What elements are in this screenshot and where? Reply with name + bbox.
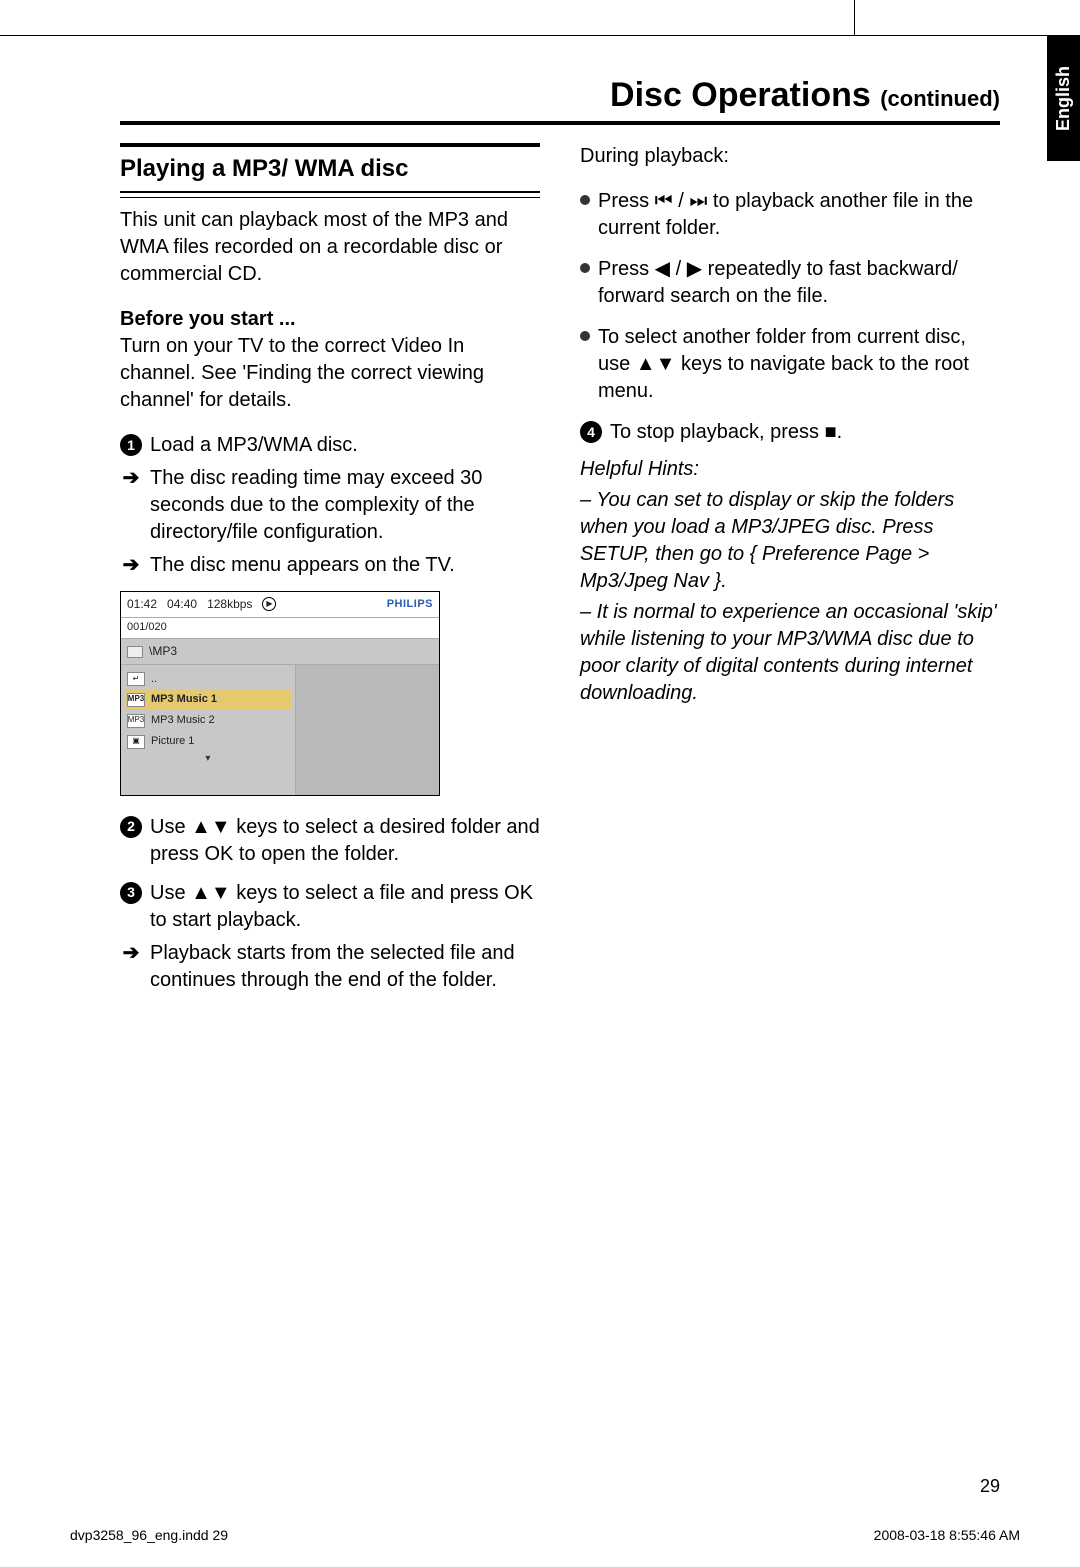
step-1: 1 Load a MP3/WMA disc. xyxy=(120,432,540,459)
intro-paragraph: This unit can playback most of the MP3 a… xyxy=(120,207,540,288)
arrow-icon: ➔ xyxy=(120,465,142,546)
folder-icon xyxy=(127,646,143,658)
tv-preview-pane xyxy=(296,665,439,795)
picture-file-icon: ▣ xyxy=(127,735,145,749)
hint-2: – It is normal to experience an occasion… xyxy=(580,599,1000,707)
step-1a-text: The disc reading time may exceed 30 seco… xyxy=(150,465,540,546)
step-number-icon: 2 xyxy=(120,816,142,838)
philips-logo: PHILIPS xyxy=(387,597,433,612)
during-playback-label: During playback: xyxy=(580,143,1000,170)
step-3a-text: Playback starts from the selected file a… xyxy=(150,940,540,994)
list-item: MP3 MP3 Music 1 xyxy=(125,689,291,710)
footer-right: 2008-03-18 8:55:46 AM xyxy=(874,1527,1020,1543)
title-continued: (continued) xyxy=(880,86,1000,111)
step-1-text: Load a MP3/WMA disc. xyxy=(150,432,540,459)
helpful-hints: Helpful Hints: – You can set to display … xyxy=(580,456,1000,707)
hint-1: – You can set to display or skip the fol… xyxy=(580,487,1000,595)
list-item: ↵ .. xyxy=(125,669,291,690)
bullet-icon xyxy=(580,331,590,341)
list-item: MP3 MP3 Music 2 xyxy=(125,710,291,731)
arrow-icon: ➔ xyxy=(120,552,142,579)
title-main: Disc Operations xyxy=(610,76,871,114)
tv-time-elapsed: 01:42 xyxy=(127,596,157,612)
step-1-sub-b: ➔ The disc menu appears on the TV. xyxy=(120,552,540,579)
section-heading: Playing a MP3/ WMA disc xyxy=(120,143,540,193)
bullet-text: Press ◀ / ▶ repeatedly to fast backward/… xyxy=(598,256,1000,310)
tv-path-text: \MP3 xyxy=(149,643,177,659)
mp3-file-icon: MP3 xyxy=(127,714,145,728)
page-number: 29 xyxy=(980,1476,1000,1497)
bullet-text: To select another folder from current di… xyxy=(598,324,1000,405)
print-footer: dvp3258_96_eng.indd 29 2008-03-18 8:55:4… xyxy=(70,1527,1020,1543)
tv-bitrate: 128kbps xyxy=(207,596,252,612)
step-number-icon: 1 xyxy=(120,434,142,456)
tv-counter: 001/020 xyxy=(121,618,439,640)
left-column: Playing a MP3/ WMA disc This unit can pl… xyxy=(120,143,540,1000)
right-column: During playback: Press ⏮ / ⏭ to playback… xyxy=(580,143,1000,1000)
step-3: 3 Use ▲▼ keys to select a file and press… xyxy=(120,880,540,934)
up-icon: ↵ xyxy=(127,672,145,686)
bullet-icon xyxy=(580,263,590,273)
page-content: Disc Operations (continued) Playing a MP… xyxy=(0,36,1080,1567)
hints-label: Helpful Hints: xyxy=(580,456,1000,483)
page-title: Disc Operations (continued) xyxy=(120,76,1000,125)
item-label: .. xyxy=(151,672,157,687)
before-label: Before you start ... xyxy=(120,308,296,330)
arrow-icon: ➔ xyxy=(120,940,142,994)
footer-left: dvp3258_96_eng.indd 29 xyxy=(70,1527,228,1543)
step-number-icon: 4 xyxy=(580,421,602,443)
tv-time-total: 04:40 xyxy=(167,596,197,612)
step-3-text: Use ▲▼ keys to select a file and press O… xyxy=(150,880,540,934)
before-text: Turn on your TV to the correct Video In … xyxy=(120,335,484,411)
bullet-icon xyxy=(580,195,590,205)
item-label: MP3 Music 2 xyxy=(151,713,215,728)
step-4: 4 To stop playback, press ■. xyxy=(580,419,1000,446)
step-3-sub-a: ➔ Playback starts from the selected file… xyxy=(120,940,540,994)
step-2: 2 Use ▲▼ keys to select a desired folder… xyxy=(120,814,540,868)
step-1b-text: The disc menu appears on the TV. xyxy=(150,552,455,579)
bullet-item: Press ⏮ / ⏭ to playback another file in … xyxy=(580,188,1000,242)
crop-marks xyxy=(0,0,1080,36)
step-4-text: To stop playback, press ■. xyxy=(610,419,1000,446)
item-label: MP3 Music 1 xyxy=(151,692,217,707)
list-item: ▣ Picture 1 xyxy=(125,731,291,752)
mp3-file-icon: MP3 xyxy=(127,693,145,707)
bullet-item: To select another folder from current di… xyxy=(580,324,1000,405)
item-label: Picture 1 xyxy=(151,734,194,749)
tv-file-list: ↵ .. MP3 MP3 Music 1 MP3 MP3 Music 2 ▣ xyxy=(121,665,296,795)
step-2-text: Use ▲▼ keys to select a desired folder a… xyxy=(150,814,540,868)
bullet-text: Press ⏮ / ⏭ to playback another file in … xyxy=(598,188,1000,242)
before-you-start: Before you start ... Turn on your TV to … xyxy=(120,306,540,414)
bullet-item: Press ◀ / ▶ repeatedly to fast backward/… xyxy=(580,256,1000,310)
step-number-icon: 3 xyxy=(120,882,142,904)
disc-menu-screenshot: 01:42 04:40 128kbps ▶ PHILIPS 001/020 \M… xyxy=(120,591,440,795)
scroll-down-icon: ▾ xyxy=(125,752,291,766)
play-icon: ▶ xyxy=(262,597,276,611)
step-1-sub-a: ➔ The disc reading time may exceed 30 se… xyxy=(120,465,540,546)
